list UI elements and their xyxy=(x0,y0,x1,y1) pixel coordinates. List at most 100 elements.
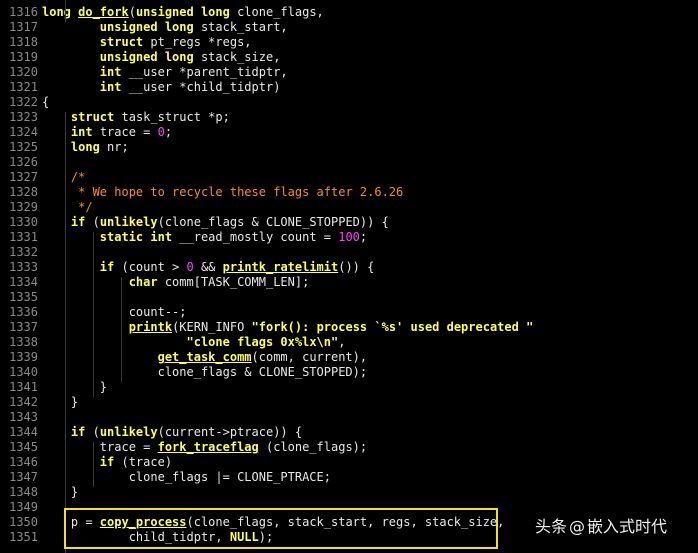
code-line: 1333 if (count > 0 && printk_ratelimit()… xyxy=(0,260,698,275)
code-text: long nr; xyxy=(42,140,129,155)
line-number: 1327 xyxy=(9,170,38,184)
code-token: unlikely xyxy=(99,215,158,229)
code-line: 1320 int __user *parent_tidptr, xyxy=(0,65,698,80)
line-number: 1351 xyxy=(9,530,38,544)
code-token: stack_start, xyxy=(193,20,288,34)
code-token: if xyxy=(99,455,115,469)
code-token: (current->ptrace)) { xyxy=(157,425,303,439)
code-token: 0 xyxy=(186,260,194,274)
code-token: long xyxy=(70,140,100,154)
code-token: trace = xyxy=(42,440,158,454)
code-line: 1323 struct task_struct *p; xyxy=(0,110,698,125)
code-text: struct pt_regs *regs, xyxy=(42,35,252,50)
code-line: 1336 count--; xyxy=(0,305,698,320)
code-token: unsigned long xyxy=(99,50,194,64)
code-line: 1345 trace = fork_traceflag (clone_flags… xyxy=(0,440,698,455)
code-token: printk xyxy=(128,320,173,334)
code-text: if (unlikely(current->ptrace)) { xyxy=(42,425,302,440)
code-token: ( xyxy=(85,425,100,439)
code-token: } xyxy=(42,485,79,499)
code-token: (count > xyxy=(114,260,187,274)
code-line: 1322 { xyxy=(0,95,698,110)
code-token: (trace) xyxy=(114,455,173,469)
code-token: "clone flags 0x%lx\n" xyxy=(186,335,339,349)
line-number: 1320 xyxy=(9,65,38,79)
code-token: , xyxy=(338,335,346,349)
code-text: clone_flags |= CLONE_PTRACE; xyxy=(42,470,331,485)
line-number: 1344 xyxy=(9,425,38,439)
code-token: comm[TASK_COMM_LEN]; xyxy=(157,275,310,289)
code-line: 1316 long do_fork(unsigned long clone_fla… xyxy=(0,5,698,20)
code-text: } xyxy=(42,485,78,500)
code-token: } xyxy=(42,395,79,409)
code-line: 1348 } xyxy=(0,485,698,500)
code-token: ()) { xyxy=(338,260,375,274)
code-line: 1340 clone_flags & CLONE_STOPPED); xyxy=(0,365,698,380)
code-token: static int xyxy=(99,230,173,244)
code-token: * We hope to recycle these flags after 2… xyxy=(70,185,404,199)
code-token: __user *child_tidptr) xyxy=(121,80,281,94)
code-token: if xyxy=(70,425,86,439)
line-number: 1322 xyxy=(9,95,38,109)
code-token: clone_flags & CLONE_STOPPED); xyxy=(42,365,368,379)
line-number: 1319 xyxy=(9,50,38,64)
code-text: if (count > 0 && printk_ratelimit()) { xyxy=(42,260,375,275)
code-line: 1338 "clone flags 0x%lx\n", xyxy=(0,335,698,350)
code-token: struct xyxy=(70,110,115,124)
line-number: 1350 xyxy=(9,515,38,529)
line-number: 1349 xyxy=(9,500,38,514)
code-line: 1326 xyxy=(0,155,698,170)
code-line: 1324 int trace = 0; xyxy=(0,125,698,140)
line-number: 1346 xyxy=(9,455,38,469)
code-text: get_task_comm(comm, current), xyxy=(42,350,368,365)
code-text: { xyxy=(42,95,49,110)
indent-guide xyxy=(121,277,122,382)
line-number: 1341 xyxy=(9,380,38,394)
line-number: 1334 xyxy=(9,275,38,289)
code-text: trace = fork_traceflag (clone_flags); xyxy=(42,440,367,455)
code-editor[interactable]: 1316 long do_fork(unsigned long clone_fla… xyxy=(0,0,698,553)
code-token: ( xyxy=(85,215,100,229)
watermark-at: @ xyxy=(569,517,586,536)
code-token: struct xyxy=(99,35,144,49)
code-token: printk_ratelimit xyxy=(222,260,339,274)
code-token: unlikely xyxy=(99,425,158,439)
code-token: ; xyxy=(164,125,173,139)
code-text: long do_fork(unsigned long clone_flags, xyxy=(42,5,324,20)
code-text: int __user *parent_tidptr, xyxy=(42,65,288,80)
code-token: get_task_comm xyxy=(157,350,252,364)
code-token: clone_flags |= CLONE_PTRACE; xyxy=(42,470,331,484)
code-line: 1331 static int __read_mostly count = 10… xyxy=(0,230,698,245)
code-line: 1341 } xyxy=(0,380,698,395)
code-token: int xyxy=(99,80,122,94)
code-text: if (trace) xyxy=(42,455,172,470)
code-line: 1321 int __user *child_tidptr) xyxy=(0,80,698,95)
watermark-account: 嵌入式时代 xyxy=(587,517,668,536)
code-token: /* xyxy=(70,170,86,184)
code-token: (comm, current), xyxy=(251,350,368,364)
code-line: 1325 long nr; xyxy=(0,140,698,155)
code-text: char comm[TASK_COMM_LEN]; xyxy=(42,275,310,290)
line-number: 1324 xyxy=(9,125,38,139)
indent-guide xyxy=(93,232,94,397)
code-token: (clone_flags & CLONE_STOPPED)) { xyxy=(157,215,389,229)
code-line: 1318 struct pt_regs *regs, xyxy=(0,35,698,50)
code-line: 1337 printk(KERN_INFO "fork(): process `… xyxy=(0,320,698,335)
watermark: 头条 @ 嵌入式时代 xyxy=(535,516,667,538)
code-token: long xyxy=(42,5,79,19)
code-line: 1328 * We hope to recycle these flags af… xyxy=(0,185,698,200)
code-line: 1343 xyxy=(0,410,698,425)
code-line: 1319 unsigned long stack_size, xyxy=(0,50,698,65)
code-line: 1330 if (unlikely(clone_flags & CLONE_ST… xyxy=(0,215,698,230)
line-number: 1338 xyxy=(9,335,38,349)
